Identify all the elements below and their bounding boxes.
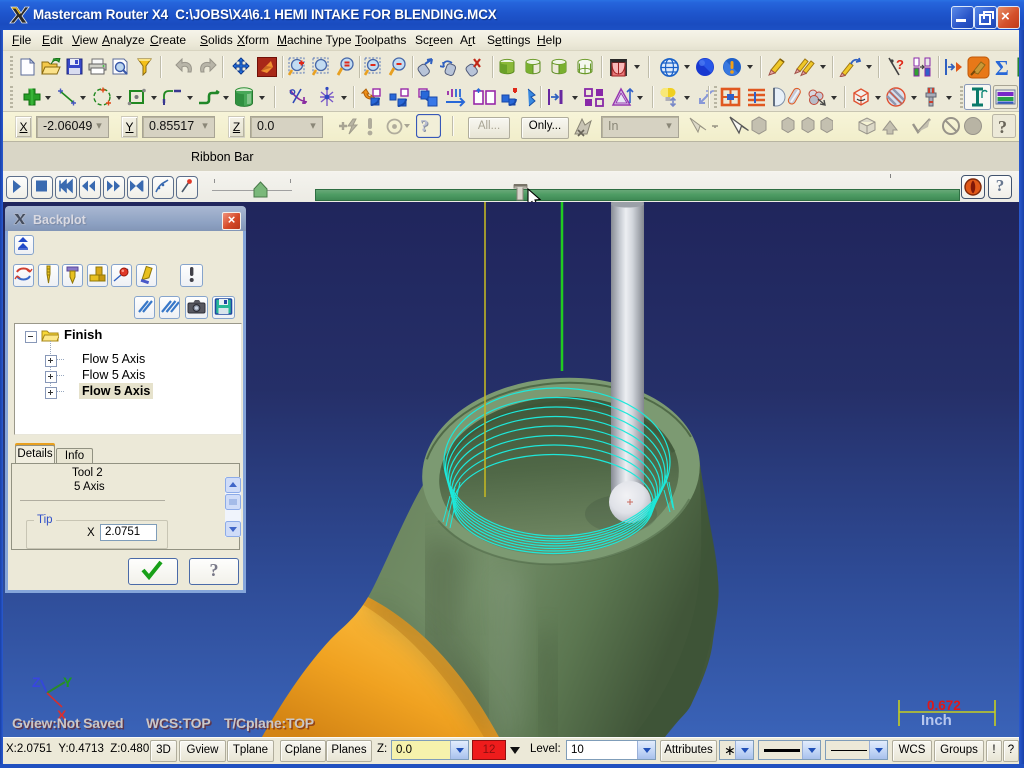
svg-text:WCS:TOP: WCS:TOP [146,715,210,731]
svg-text:?: ? [998,117,1007,137]
svg-text:?: ? [420,116,429,135]
svg-text:0.672: 0.672 [927,698,961,713]
svg-text:Z: Z [32,674,41,690]
svg-text:?: ? [896,57,904,72]
svg-text:Σ: Σ [995,56,1009,78]
svg-text:Gview:Not Saved: Gview:Not Saved [12,715,123,731]
svg-text:Y: Y [63,674,73,690]
svg-text:T/Cplane:TOP: T/Cplane:TOP [224,715,314,731]
svg-text:Inch: Inch [921,712,952,729]
